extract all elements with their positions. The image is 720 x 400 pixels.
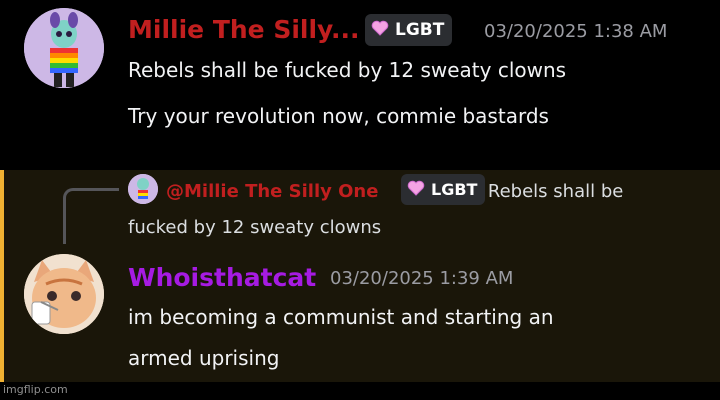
author-name[interactable]: Millie The Silly... [128,15,360,44]
reply-mention[interactable]: @Millie The Silly One [166,181,378,202]
reply-text-part2: fucked by 12 sweaty clowns [128,217,382,238]
heart-icon [371,20,389,41]
reply-preview[interactable]: @Millie The Silly One Rebels shall be fu… [128,174,688,246]
role-tag[interactable]: LGBT [365,14,453,46]
watermark: imgflip.com [3,383,68,396]
avatar-whoisthatcat[interactable] [24,254,104,334]
footer-strip [0,382,720,400]
message-line: Rebels shall be fucked by 12 sweaty clow… [128,58,567,82]
role-tag-label: LGBT [395,20,445,40]
message-line: Try your revolution now, commie bastards [128,104,549,128]
timestamp: 03/20/2025 1:39 AM [330,268,514,289]
reply-connector [63,188,119,244]
mention-highlight-bar [0,170,4,382]
message-line: im becoming a communist and starting an [128,305,554,329]
reply-text-part1: Rebels shall be [487,181,624,202]
author-name[interactable]: Whoisthatcat [128,263,316,292]
message-line: armed uprising [128,346,280,370]
timestamp: 03/20/2025 1:38 AM [484,21,668,42]
avatar-millie[interactable] [24,8,104,88]
